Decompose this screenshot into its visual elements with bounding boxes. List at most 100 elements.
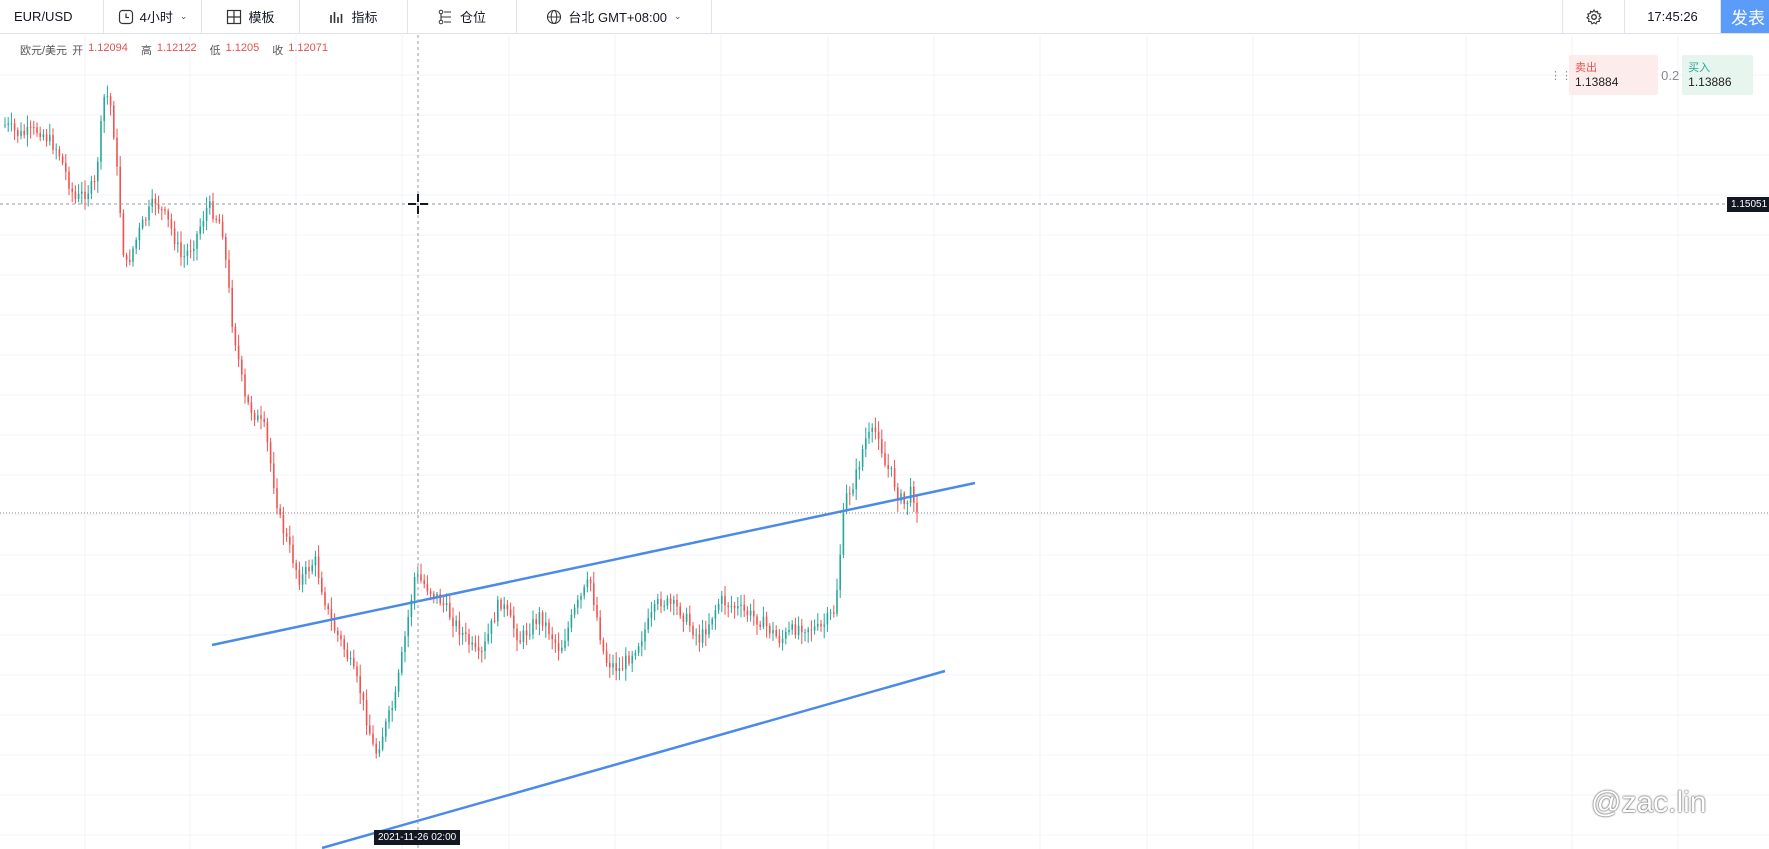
candle-body bbox=[397, 672, 400, 692]
candle-body bbox=[701, 629, 704, 643]
candle-body bbox=[593, 583, 595, 606]
indicators-label: 指标 bbox=[351, 10, 378, 25]
candle-body bbox=[266, 422, 269, 443]
candle-body bbox=[372, 733, 374, 744]
candle-body bbox=[26, 126, 29, 135]
candle-body bbox=[228, 259, 230, 288]
candle-body bbox=[157, 204, 160, 210]
candle-body bbox=[7, 123, 9, 125]
candle-body bbox=[596, 605, 598, 618]
candle-body bbox=[237, 345, 240, 360]
settings-button[interactable] bbox=[1563, 0, 1625, 33]
candle-body bbox=[637, 646, 640, 653]
candle-body bbox=[461, 632, 464, 635]
candle-body bbox=[916, 502, 918, 513]
candle-body bbox=[465, 632, 467, 635]
candle-body bbox=[106, 96, 109, 98]
sell-button[interactable]: 卖出 1.13884 bbox=[1569, 55, 1659, 95]
globe-icon bbox=[547, 9, 562, 24]
candle-body bbox=[749, 610, 752, 616]
candle-body bbox=[282, 514, 285, 534]
candle-body bbox=[199, 226, 201, 234]
candle-body bbox=[628, 655, 630, 664]
candle-body bbox=[407, 616, 409, 637]
candle-body bbox=[503, 604, 505, 609]
candle-body bbox=[660, 599, 662, 607]
candle-body bbox=[420, 574, 422, 581]
candle-body bbox=[647, 617, 649, 630]
candlestick-series bbox=[4, 85, 918, 759]
candle-body bbox=[308, 567, 310, 572]
interval-label: 4小时 bbox=[139, 10, 173, 25]
candle-body bbox=[292, 544, 294, 564]
candle-body bbox=[522, 630, 525, 643]
candle-body bbox=[753, 610, 755, 617]
candle-body bbox=[285, 533, 288, 537]
ohlc-open-label: 开 bbox=[72, 45, 84, 57]
candle-body bbox=[573, 607, 576, 615]
timezone-button[interactable]: 台北 GMT+08:00 ⌄ bbox=[517, 0, 712, 33]
candle-body bbox=[743, 604, 745, 611]
candle-body bbox=[353, 657, 355, 667]
candle-body bbox=[333, 620, 336, 631]
candle-body bbox=[298, 569, 301, 585]
candle-body bbox=[625, 655, 627, 669]
candle-body bbox=[778, 636, 781, 644]
template-icon bbox=[227, 9, 242, 24]
candle-body bbox=[90, 181, 93, 194]
grip-icon[interactable]: ⋮⋮ bbox=[1550, 55, 1572, 95]
candle-body bbox=[141, 219, 144, 228]
candle-body bbox=[612, 663, 614, 668]
positions-button[interactable]: 仓位 bbox=[408, 0, 517, 33]
candle-body bbox=[871, 427, 873, 432]
candle-body bbox=[855, 469, 857, 490]
candle-body bbox=[484, 641, 486, 652]
candle-body bbox=[295, 563, 297, 570]
sell-price: 1.13884 bbox=[1575, 75, 1619, 89]
candle-body bbox=[55, 149, 57, 151]
watermark: @zac.lin bbox=[1591, 786, 1707, 819]
template-button[interactable]: 模板 bbox=[202, 0, 300, 33]
candle-body bbox=[116, 137, 118, 167]
publish-button[interactable]: 发表 bbox=[1721, 0, 1769, 33]
trend-lines[interactable] bbox=[211, 481, 976, 849]
candle-body bbox=[772, 630, 774, 634]
candle-body bbox=[554, 639, 557, 643]
candle-body bbox=[813, 626, 816, 631]
symbol-button[interactable]: EUR/USD bbox=[0, 0, 104, 33]
candle-body bbox=[260, 415, 262, 419]
candle-body bbox=[474, 642, 477, 648]
candle-body bbox=[77, 193, 80, 200]
candle-body bbox=[196, 233, 198, 249]
candle-body bbox=[823, 624, 825, 627]
candle-body bbox=[42, 134, 45, 138]
candle-body bbox=[762, 616, 765, 627]
candle-body bbox=[109, 96, 112, 106]
candle-body bbox=[375, 743, 377, 754]
indicators-button[interactable]: 指标 bbox=[300, 0, 408, 33]
candle-body bbox=[289, 536, 291, 545]
candle-body bbox=[561, 647, 563, 652]
candle-body bbox=[81, 191, 83, 194]
ohlc-open-value: 1.12094 bbox=[88, 42, 128, 54]
candle-body bbox=[225, 237, 227, 260]
candle-body bbox=[189, 250, 192, 252]
candle-body bbox=[881, 439, 883, 454]
price-chart[interactable] bbox=[0, 35, 1769, 849]
candle-body bbox=[663, 605, 665, 607]
candle-body bbox=[839, 554, 841, 591]
candle-body bbox=[740, 604, 742, 606]
interval-button[interactable]: 4小时 ⌄ bbox=[104, 0, 202, 33]
candle-body bbox=[468, 634, 470, 645]
candle-body bbox=[273, 463, 275, 489]
candle-body bbox=[449, 603, 451, 618]
candle-body bbox=[836, 590, 838, 614]
buy-button[interactable]: 买入 1.13886 bbox=[1682, 55, 1753, 95]
buy-label: 买入 bbox=[1688, 62, 1711, 74]
candle-body bbox=[551, 634, 553, 640]
candle-body bbox=[781, 638, 784, 644]
chart-canvas[interactable] bbox=[0, 35, 1769, 849]
candle-body bbox=[804, 632, 806, 634]
candle-body bbox=[500, 599, 502, 609]
candle-body bbox=[33, 127, 35, 129]
